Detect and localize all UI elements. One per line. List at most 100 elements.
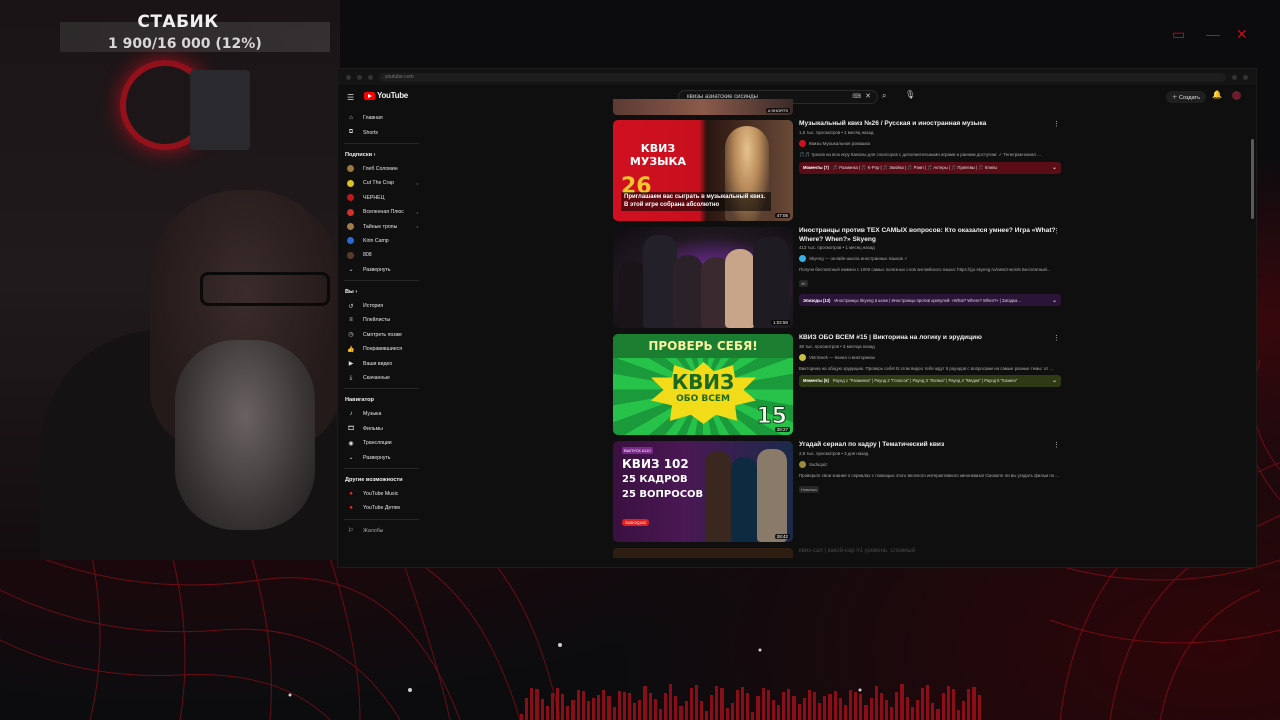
visualizer-bar [910, 707, 914, 720]
video-result[interactable]: КВИЗ МУЗЫКА 26 Приглашаем вас сыграть в м… [613, 120, 1063, 227]
you-header-label: Вы [345, 288, 354, 295]
youtube-logo[interactable]: YouTube [364, 91, 408, 100]
visualizer-bar [951, 688, 955, 720]
video-title[interactable]: КВИЗ ОБО ВСЕМ #15 | Викторина на логику … [799, 334, 1061, 343]
address-bar[interactable]: youtube.com [379, 72, 1226, 82]
sidebar-item-label: Фильмы [363, 425, 383, 432]
account-avatar[interactable] [1232, 91, 1241, 100]
more-options-icon[interactable]: ⋮ [1053, 120, 1060, 128]
previous-result-thumbnail[interactable]: # SHORTS [613, 99, 793, 115]
video-title[interactable]: Музыкальный квиз №26 / Русская и иностра… [799, 120, 1061, 129]
visualizer-bar [915, 699, 919, 720]
voice-search-icon[interactable]: 🎙 [905, 90, 915, 99]
chapters-bar[interactable]: Моменты (7) 🎵 Разминка | 🎵 K-Pop | 🎵 Эмо… [799, 161, 1061, 174]
next-result-partial[interactable]: квиз-сал | какой-кар #1 уровень: сложный [613, 548, 1063, 562]
video-thumbnail[interactable]: ВЫПУСК #110 КВИЗ 102 25 КАДРОВ 25 ВОПРОС… [613, 441, 793, 542]
video-title[interactable]: Угадай сериал по кадру | Тематический кв… [799, 441, 1061, 450]
sidebar-item-playlists[interactable]: ≡ Плейлисты [344, 313, 424, 327]
sidebar-item-watch-later[interactable]: ◷ Смотреть позже [344, 328, 424, 342]
sidebar-item-music[interactable]: ♪ Музыка [344, 407, 424, 421]
visualizer-bar [571, 699, 575, 720]
sidebar-item-home[interactable]: ⌂ Главная [344, 111, 424, 125]
chevron-down-icon[interactable]: ⌄ [1052, 297, 1057, 304]
reload-icon[interactable] [368, 74, 373, 80]
sidebar-item-downloads[interactable]: ⤓ Скачанные [344, 371, 424, 385]
create-button[interactable]: ＋ Создать [1166, 91, 1206, 103]
sidebar-channel[interactable]: Тайные тропы • [344, 219, 424, 233]
create-label: Создать [1179, 95, 1200, 101]
extensions-icon[interactable] [1232, 74, 1237, 80]
sidebar-item-label: Плейлисты [363, 317, 391, 324]
video-channel[interactable]: Sudoquiz [799, 460, 1061, 468]
visualizer-bar [962, 701, 966, 720]
video-description: Викторина на общую эрудицию. Проверь себ… [799, 365, 1054, 371]
video-meta: 2,9 тыс. просмотров • 3 дня назад [799, 450, 869, 456]
profile-icon[interactable] [1243, 74, 1248, 80]
sidebar-channel[interactable]: ЧЕРНЕЦ [344, 191, 424, 205]
visualizer-bar [854, 692, 858, 720]
sidebar-channel[interactable]: Kirin Camp [344, 234, 424, 248]
video-result[interactable]: ВЫПУСК #110 КВИЗ 102 25 КАДРОВ 25 ВОПРОС… [613, 441, 1063, 548]
video-channel[interactable]: Квизы Музыкальная ромашка [799, 139, 1061, 147]
sidebar-item-liked[interactable]: 👍 Понравившиеся [344, 342, 424, 356]
video-result[interactable]: ПРОВЕРЬ СЕБЯ! КВИЗ ОБО ВСЕМ 15 38:27 КВИ… [613, 334, 1063, 441]
navigator-expand[interactable]: ⌄ Развернуть [344, 450, 424, 464]
menu-icon[interactable]: ☰ [347, 93, 354, 102]
visualizer-bar [735, 690, 740, 720]
you-header[interactable]: Вы › [344, 285, 424, 299]
video-thumbnail[interactable]: ПРОВЕРЬ СЕБЯ! КВИЗ ОБО ВСЕМ 15 38:27 [613, 334, 793, 435]
video-thumbnail[interactable]: КВИЗ МУЗЫКА 26 Приглашаем вас сыграть в м… [613, 120, 793, 221]
sidebar-item-yt-kids[interactable]: ● YouTube Детям [344, 501, 424, 515]
chapters-bar[interactable]: Эпизоды (13) Иностранцы Skyeng в шоке | … [799, 294, 1061, 306]
quality-badge: 4K [799, 280, 808, 287]
subscriptions-expand[interactable]: ⌄ Развернуть [344, 263, 424, 277]
chevron-down-icon[interactable]: ⌄ [1052, 164, 1057, 171]
back-icon[interactable] [346, 74, 351, 80]
channel-name: 808 [363, 252, 372, 259]
sidebar-item-yt-music[interactable]: ● YouTube Music [344, 487, 424, 501]
video-channel[interactable]: Skyeng — онлайн-школа иностранных языков… [799, 255, 1061, 262]
video-info: КВИЗ ОБО ВСЕМ #15 | Викторина на логику … [799, 334, 1061, 387]
visualizer-bar [905, 696, 909, 720]
video-title[interactable]: Иностранцы против ТЕХ САМЫХ вопросов: Кт… [799, 227, 1061, 244]
sidebar-item-live[interactable]: ◉ Трансляции [344, 436, 424, 450]
sidebar-item-films[interactable]: 🎞 Фильмы [344, 422, 424, 436]
more-options-icon[interactable]: ⋮ [1053, 334, 1060, 342]
visualizer-bar [725, 708, 729, 720]
sidebar-channel[interactable]: Вселенная Плюс • [344, 205, 424, 219]
thumbnail-person [673, 255, 703, 328]
notifications-icon[interactable]: 🔔 [1212, 90, 1222, 99]
channel-name: Kirin Camp [363, 237, 389, 244]
forward-icon[interactable] [357, 74, 362, 80]
sidebar-channel[interactable]: Cut The Crap • [344, 176, 424, 190]
background-shelf [190, 70, 250, 150]
video-result[interactable]: 1:02:50 Иностранцы против ТЕХ САМЫХ вопр… [613, 227, 1063, 334]
visualizer-bar [653, 698, 657, 720]
sidebar-channel[interactable]: 808 [344, 248, 424, 262]
sidebar-item-shorts[interactable]: ⧉ Shorts [344, 125, 424, 139]
visualizer-bar [741, 686, 745, 720]
sidebar-channel[interactable]: Глеб Соломин [344, 162, 424, 176]
chevron-down-icon[interactable]: ⌄ [1052, 377, 1057, 384]
video-duration: 47:06 [774, 213, 790, 218]
new-content-dot: • [416, 224, 418, 230]
sidebar-item-label: Ваши видео [363, 360, 393, 367]
video-meta: 1,5 тыс. просмотров • 1 месяц назад [799, 129, 874, 135]
subscriptions-header[interactable]: Подписки › [344, 148, 424, 162]
chapters-bar[interactable]: Моменты (5) Раунд 1 "Разминка" | Раунд 2… [799, 374, 1061, 387]
page-scrollbar[interactable] [1251, 139, 1254, 219]
video-meta: 413 тыс. просмотров • 1 месяц назад [799, 245, 875, 250]
video-channel[interactable]: VkInSeek — Канал о викторинах [799, 353, 1061, 361]
sidebar-item-history[interactable]: ↺ История [344, 299, 424, 313]
visualizer-bar [972, 687, 976, 720]
visualizer-bar [920, 687, 925, 720]
more-options-icon[interactable]: ⋮ [1053, 227, 1060, 235]
music-icon: ♪ [349, 411, 353, 418]
visualizer-bar [525, 697, 529, 720]
video-thumbnail[interactable]: 1:02:50 [613, 227, 793, 328]
visualizer-bar [782, 692, 786, 720]
sidebar-divider [344, 142, 419, 144]
sidebar-item-report[interactable]: ⚐ Жалобы [344, 524, 424, 538]
more-options-icon[interactable]: ⋮ [1053, 441, 1060, 449]
sidebar-item-your-videos[interactable]: ▶ Ваши видео [344, 356, 424, 370]
